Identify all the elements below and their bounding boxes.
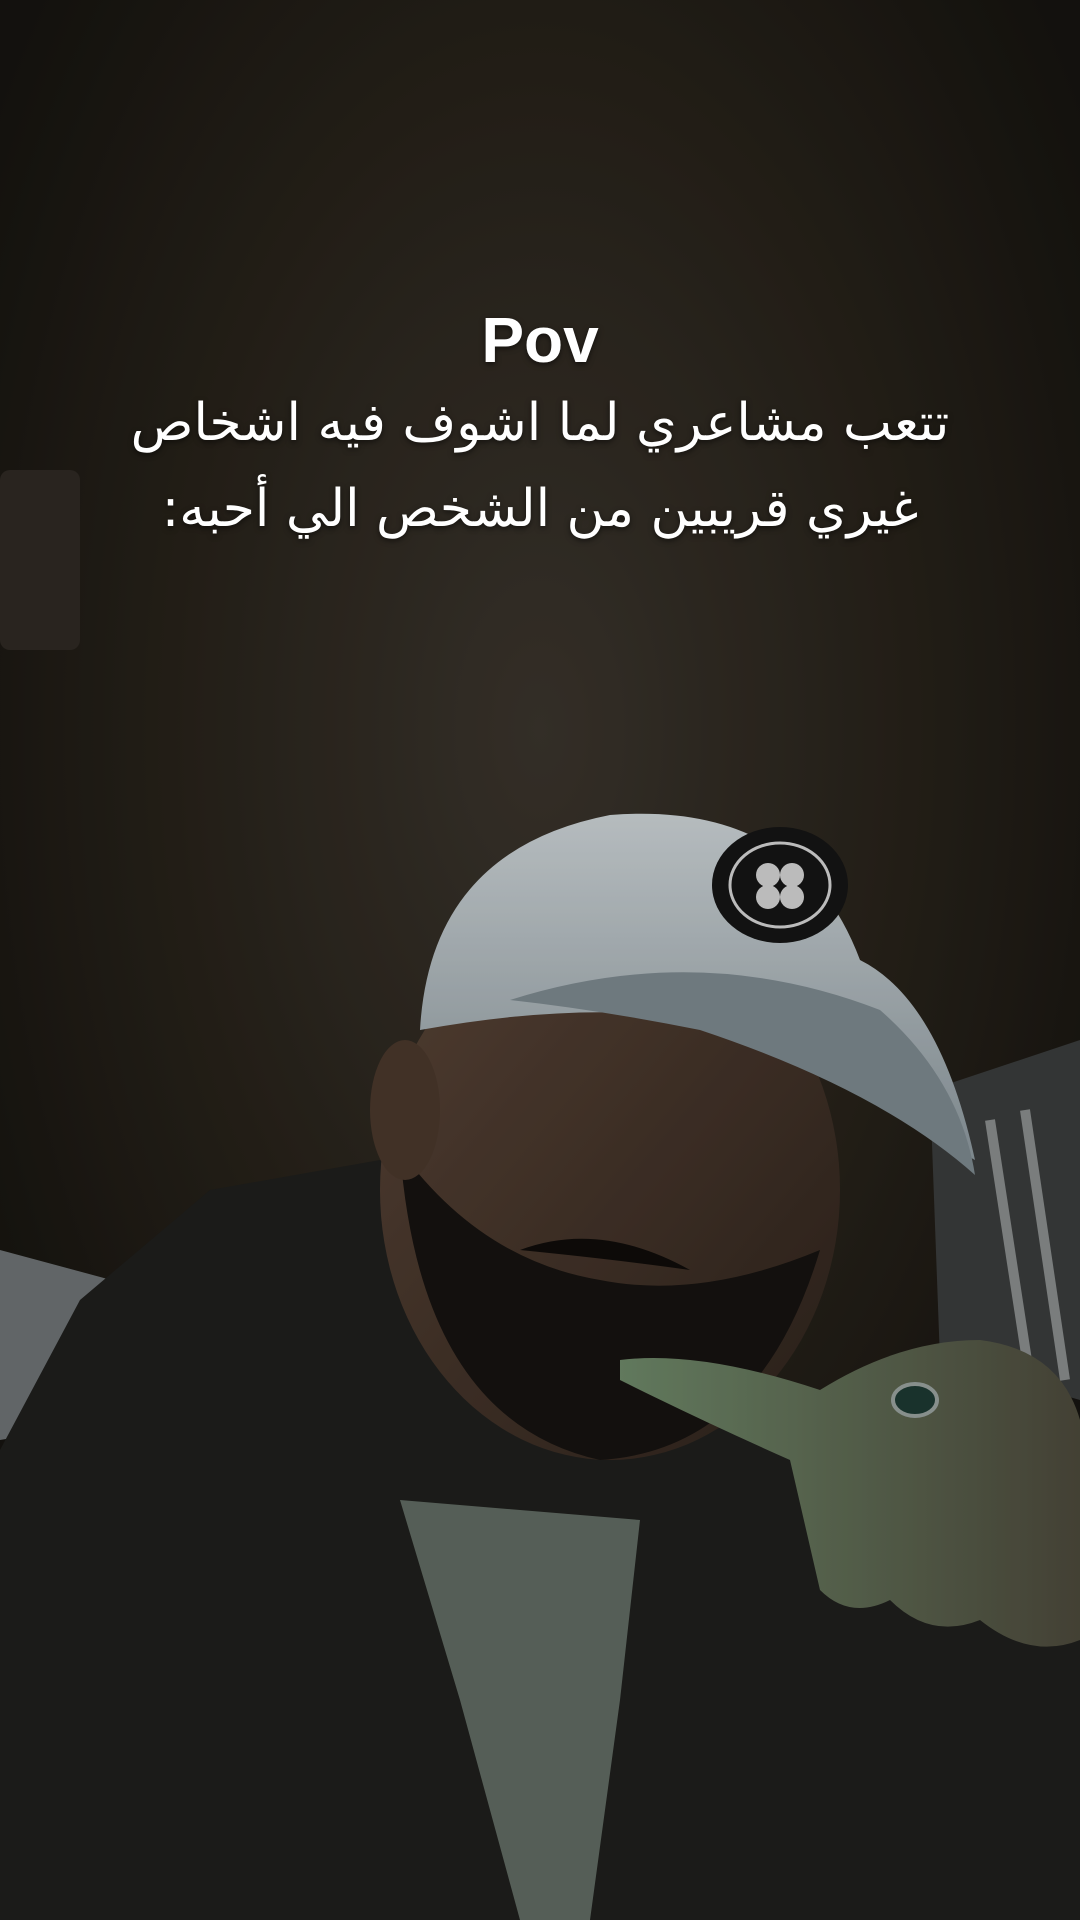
caption-line-2: غيري قريبين من الشخص الي أحبه: — [161, 479, 919, 539]
video-frame: Pov تتعب مشاعري لما اشوف فيه اشخاص غيري … — [0, 0, 1080, 1920]
caption-title: Pov — [481, 304, 599, 376]
caption-line-1: تتعب مشاعري لما اشوف فيه اشخاص — [130, 393, 950, 453]
video-scene — [0, 0, 1080, 1920]
video-caption: Pov تتعب مشاعري لما اشوف فيه اشخاص غيري … — [0, 300, 1080, 552]
